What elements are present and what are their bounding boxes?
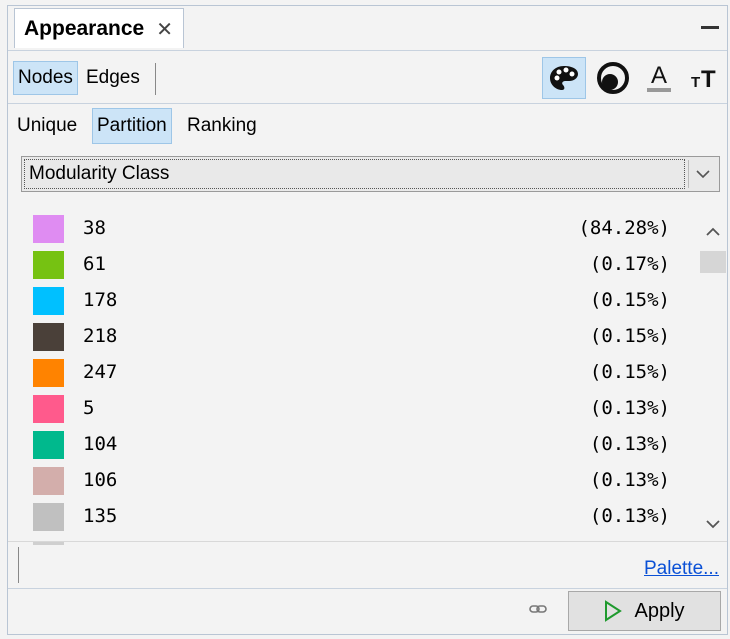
link-icon[interactable] — [529, 603, 547, 615]
palette-link[interactable]: Palette... — [644, 558, 719, 580]
svg-text:A: A — [651, 62, 667, 89]
divider — [8, 541, 727, 542]
color-swatch[interactable] — [33, 503, 64, 531]
dropdown-divider — [688, 160, 689, 188]
attribute-dropdown-value: Modularity Class — [24, 159, 685, 189]
color-swatch[interactable] — [33, 323, 64, 351]
partition-value: 135 — [83, 505, 118, 527]
mode-bar: Unique Partition Ranking — [8, 104, 727, 148]
svg-text:T: T — [691, 74, 700, 91]
partition-percent: (84.28%) — [578, 217, 670, 239]
apply-button-label: Apply — [634, 599, 685, 622]
partition-value: 178 — [83, 289, 118, 311]
partition-value: 106 — [83, 469, 118, 491]
divider — [18, 547, 19, 583]
partition-percent: (0.13%) — [589, 433, 670, 455]
partition-value: 247 — [83, 361, 118, 383]
partition-percent: (0.13%) — [589, 505, 670, 527]
footer-bar: Apply — [8, 588, 727, 636]
list-item[interactable]: 106 (0.13%) — [8, 463, 698, 499]
chevron-up-icon[interactable] — [705, 226, 721, 238]
color-swatch[interactable] — [33, 467, 64, 495]
partition-value: 218 — [83, 325, 118, 347]
tab-edges[interactable]: Edges — [82, 61, 144, 95]
list-item[interactable]: 178 (0.15%) — [8, 283, 698, 319]
list-item[interactable]: 5 (0.13%) — [8, 391, 698, 427]
color-swatch[interactable] — [33, 287, 64, 315]
color-swatch[interactable] — [33, 395, 64, 423]
apply-button[interactable]: Apply — [568, 591, 721, 631]
partition-percent: (0.13%) — [589, 397, 670, 419]
partition-value: 5 — [83, 397, 95, 419]
partition-percent: (0.15%) — [589, 325, 670, 347]
partition-percent: (0.13%) — [589, 469, 670, 491]
appearance-panel: Appearance ✕ Nodes Edges A T T Unique Pa… — [7, 5, 728, 635]
label-size-icon[interactable]: T T — [681, 57, 725, 99]
color-swatch[interactable] — [33, 359, 64, 387]
list-item[interactable]: 104 (0.13%) — [8, 427, 698, 463]
tab-nodes[interactable]: Nodes — [13, 61, 78, 95]
partition-value: 61 — [83, 253, 106, 275]
list-item[interactable]: 218 (0.15%) — [8, 319, 698, 355]
play-icon — [605, 600, 623, 622]
chevron-down-icon[interactable] — [705, 518, 721, 530]
color-swatch[interactable] — [33, 431, 64, 459]
minimize-icon[interactable] — [701, 26, 719, 29]
partition-value: 104 — [83, 433, 118, 455]
list-item[interactable]: 135 (0.13%) — [8, 499, 698, 535]
partition-percent: (0.15%) — [589, 361, 670, 383]
tab-ranking[interactable]: Ranking — [183, 108, 261, 144]
divider — [155, 63, 156, 95]
tab-unique[interactable]: Unique — [13, 108, 81, 144]
element-type-bar: Nodes Edges A T T — [8, 51, 727, 104]
tab-partition[interactable]: Partition — [92, 108, 172, 144]
list-item[interactable]: 61 (0.17%) — [8, 247, 698, 283]
list-item[interactable]: 247 (0.15%) — [8, 355, 698, 391]
partition-list: 38 (84.28%) 61 (0.17%) 178 (0.15%) 218 (… — [8, 211, 698, 541]
size-icon[interactable] — [591, 57, 635, 99]
window-tab[interactable]: Appearance ✕ — [14, 8, 184, 48]
list-scrollbar[interactable] — [700, 216, 728, 541]
palette-icon[interactable] — [542, 57, 586, 99]
title-bar: Appearance ✕ — [8, 6, 727, 51]
list-item[interactable]: 38 (84.28%) — [8, 211, 698, 247]
partition-value: 38 — [83, 217, 106, 239]
partition-percent: (0.17%) — [589, 253, 670, 275]
close-icon[interactable]: ✕ — [156, 17, 173, 41]
svg-text:T: T — [701, 66, 716, 93]
partition-percent: (0.15%) — [589, 289, 670, 311]
color-swatch[interactable] — [33, 215, 64, 243]
color-swatch[interactable] — [33, 251, 64, 279]
scrollbar-thumb[interactable] — [700, 251, 726, 273]
label-color-icon[interactable]: A — [637, 57, 681, 99]
window-title: Appearance — [24, 16, 145, 40]
chevron-down-icon — [696, 170, 710, 179]
attribute-dropdown[interactable]: Modularity Class — [21, 156, 720, 192]
